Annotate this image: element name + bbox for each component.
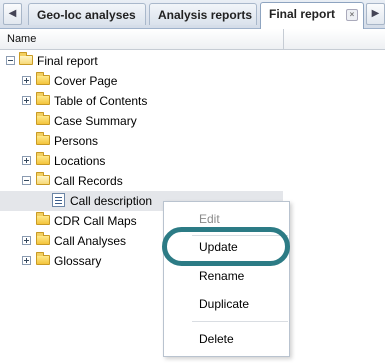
tab-label: Analysis reports xyxy=(158,8,253,22)
expand-icon[interactable] xyxy=(22,76,31,85)
menu-item-label: Duplicate xyxy=(199,297,250,311)
menu-item-label: Delete xyxy=(199,332,234,346)
folder-icon xyxy=(36,232,50,245)
expand-icon[interactable] xyxy=(22,236,31,245)
tree-item-call-analyses[interactable]: Call Analyses xyxy=(0,231,165,251)
folder-open-icon xyxy=(19,52,33,65)
tree-item-call-records[interactable]: Call Records xyxy=(0,171,283,191)
tree-item-label: Glossary xyxy=(54,254,102,268)
update-highlight-ring xyxy=(162,227,290,266)
folder-icon xyxy=(36,92,50,105)
menu-item-duplicate[interactable]: Duplicate xyxy=(164,293,289,315)
tree-item-locations[interactable]: Locations xyxy=(0,151,283,171)
column-header: Name xyxy=(0,29,385,50)
tree-item-final-report[interactable]: Final report xyxy=(0,51,283,71)
expand-icon[interactable] xyxy=(22,256,31,265)
tab-label: Final report xyxy=(269,7,336,21)
close-icon[interactable]: × xyxy=(346,9,358,21)
tree-item-cover-page[interactable]: Cover Page xyxy=(0,71,283,91)
folder-open-icon xyxy=(36,172,50,185)
collapse-icon[interactable] xyxy=(6,56,15,65)
document-icon xyxy=(52,193,65,207)
tree-item-label: Cover Page xyxy=(54,74,118,88)
context-menu: Edit Update Rename Duplicate Delete xyxy=(163,201,290,357)
menu-item-rename[interactable]: Rename xyxy=(164,265,289,287)
tree-item-cdr-call-maps[interactable]: CDR Call Maps xyxy=(0,211,165,231)
collapse-icon[interactable] xyxy=(22,176,31,185)
tree-item-label: Call Records xyxy=(54,174,123,188)
tree-item-label: Case Summary xyxy=(54,114,137,128)
tree-item-label: Final report xyxy=(37,54,98,68)
scroll-tabs-right-button[interactable]: ▶ xyxy=(366,3,385,25)
tree-item-label: Call Analyses xyxy=(54,234,127,248)
menu-item-delete[interactable]: Delete xyxy=(164,328,289,350)
menu-item-label: Rename xyxy=(199,269,245,283)
column-divider[interactable] xyxy=(283,29,284,49)
arrow-left-icon: ◀ xyxy=(8,8,17,19)
menu-item-label: Edit xyxy=(199,212,220,226)
tree-item-label: CDR Call Maps xyxy=(54,214,137,228)
tab-analysis-reports[interactable]: Analysis reports xyxy=(149,3,257,25)
folder-icon xyxy=(36,152,50,165)
tab-label: Geo-loc analyses xyxy=(37,8,136,22)
tree-item-label: Locations xyxy=(54,154,106,168)
expand-icon[interactable] xyxy=(22,96,31,105)
folder-icon xyxy=(36,72,50,85)
folder-icon xyxy=(36,112,50,125)
tree-item-glossary[interactable]: Glossary xyxy=(0,251,165,271)
tree-item-table-of-contents[interactable]: Table of Contents xyxy=(0,91,283,111)
tab-strip: ◀ Geo-loc analyses Analysis reports Fina… xyxy=(0,0,385,29)
folder-icon xyxy=(36,212,50,225)
arrow-right-icon: ▶ xyxy=(371,8,380,19)
tab-geo-loc-analyses[interactable]: Geo-loc analyses xyxy=(28,3,146,25)
folder-icon xyxy=(36,252,50,265)
tree-item-label: Table of Contents xyxy=(54,94,148,108)
expand-icon[interactable] xyxy=(22,156,31,165)
scroll-tabs-left-button[interactable]: ◀ xyxy=(3,3,22,25)
name-column-header[interactable]: Name xyxy=(7,33,36,45)
tree-item-label: Call description xyxy=(70,194,153,208)
tree-item-persons[interactable]: Persons xyxy=(0,131,283,151)
tab-final-report[interactable]: Final report × xyxy=(260,2,364,29)
tree-item-label: Persons xyxy=(54,134,99,148)
tree-item-case-summary[interactable]: Case Summary xyxy=(0,111,283,131)
folder-icon xyxy=(36,132,50,145)
menu-divider xyxy=(192,321,288,322)
